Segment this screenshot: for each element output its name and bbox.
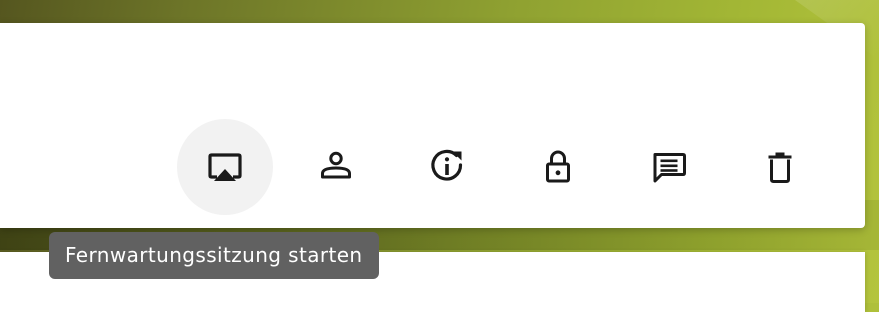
lock-button[interactable]: [510, 119, 606, 215]
airplay-icon: [208, 153, 242, 181]
lock-icon: [546, 150, 570, 183]
info-refresh-button[interactable]: [399, 119, 495, 215]
trash-icon: [768, 152, 792, 183]
message-icon: [653, 153, 686, 183]
person-icon: [321, 151, 351, 179]
device-actions-toolbar: [177, 119, 828, 215]
message-button[interactable]: [621, 119, 717, 215]
remote-session-tooltip: Fernwartungssitzung starten: [49, 232, 379, 279]
user-button[interactable]: [288, 119, 384, 215]
info-refresh-icon: [431, 149, 463, 181]
delete-button[interactable]: [732, 119, 828, 215]
start-remote-session-button[interactable]: [177, 119, 273, 215]
